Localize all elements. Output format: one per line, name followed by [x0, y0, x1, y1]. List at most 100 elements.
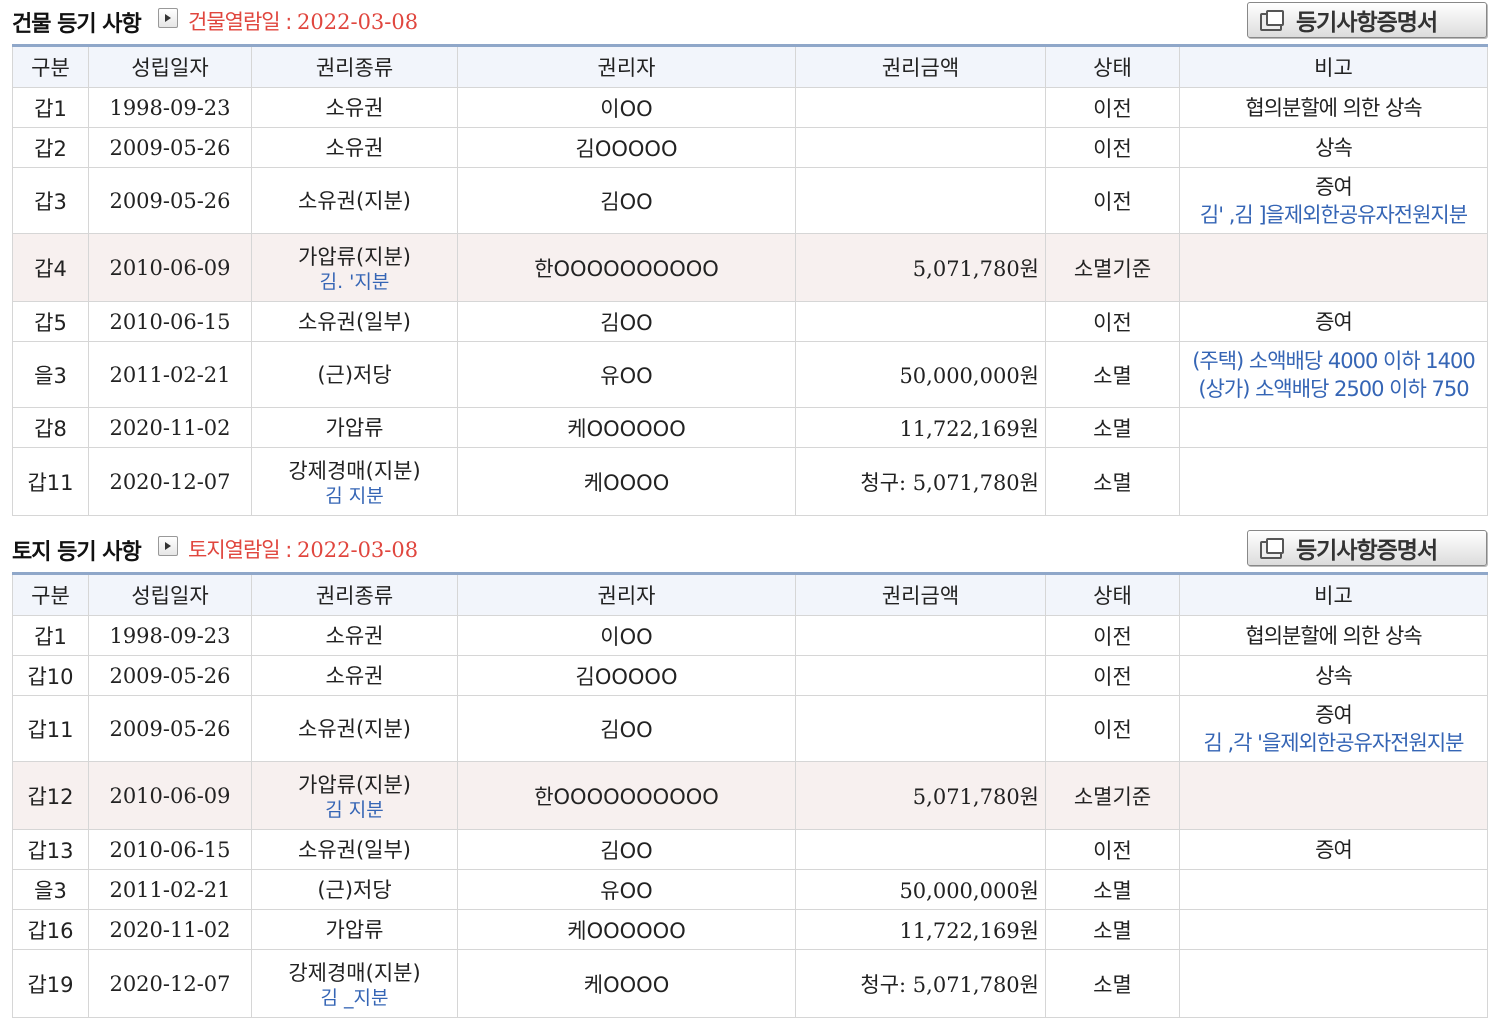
land-view-date-label: 토지열람일 :	[188, 538, 298, 562]
col-header-kind: 권리종류	[251, 45, 458, 88]
table-row: 갑16 2020-11-02 가압류 케OOOOOO 11,722,169원 소…	[12, 909, 1488, 950]
cell-note	[1179, 233, 1488, 302]
building-view-date-value: 2022-03-08	[297, 10, 419, 34]
cell-no: 갑2	[12, 127, 89, 168]
kind-label: 가압류	[325, 917, 384, 942]
building-registry-section: 건물 등기 사항 건물열람일 : 2022-03-08 등기사항증명서	[0, 0, 1499, 40]
cell-kind: (근)저당	[251, 341, 458, 408]
cell-holder: 김OO	[457, 301, 796, 342]
cell-holder: 케OOOO	[457, 447, 796, 516]
note-small-deposit-house[interactable]: (주택) 소액배당 4000 이하 1400	[1180, 347, 1487, 375]
cell-note: 증여 김 ,각 '을제외한공유자전원지분	[1179, 695, 1488, 762]
cell-kind: (근)저당	[251, 869, 458, 910]
col-header-date: 성립일자	[88, 573, 252, 616]
cell-holder: 이OO	[457, 87, 796, 128]
building-registry-table: 구분 성립일자 권리종류 권리자 권리금액 상태 비고 갑1 1998-09-2…	[12, 44, 1488, 516]
kind-share-link[interactable]: 김. '지분	[252, 271, 457, 293]
kind-share-link[interactable]: 김 _지분	[252, 987, 457, 1009]
cell-amount	[795, 615, 1046, 656]
cell-status: 이전	[1045, 87, 1180, 128]
cell-kind: 소유권(일부)	[251, 301, 458, 342]
table-row-highlighted: 갑12 2010-06-09 가압류(지분) 김 지분 한OOOOOOOOOO 5…	[12, 761, 1488, 830]
land-certificate-label: 등기사항증명서	[1296, 538, 1438, 564]
cell-status: 소멸	[1045, 407, 1180, 448]
kind-label: 소유권	[325, 135, 384, 160]
cell-amount: 5,071,780원	[795, 761, 1046, 830]
cell-holder: 케OOOOOO	[457, 909, 796, 950]
cell-note: 증여	[1179, 829, 1488, 870]
col-header-no: 구분	[12, 45, 89, 88]
kind-share-link[interactable]: 김 지분	[252, 485, 457, 507]
table-row: 갑10 2009-05-26 소유권 김OOOOO 이전 상속	[12, 655, 1488, 696]
cell-kind: 소유권(지분)	[251, 695, 458, 762]
land-certificate-button[interactable]: 등기사항증명서	[1247, 530, 1487, 566]
kind-label: 소유권(지분)	[298, 188, 411, 213]
kind-label: 소유권(일부)	[298, 309, 411, 334]
cell-status: 이전	[1045, 655, 1180, 696]
table-row: 갑19 2020-12-07 강제경매(지분) 김 _지분 케OOOO 청구: 5…	[12, 949, 1488, 1018]
cell-date: 2010-06-15	[88, 829, 252, 870]
cell-date: 2009-05-26	[88, 695, 252, 762]
kind-label: 강제경매(지분)	[288, 960, 421, 985]
cell-no: 갑5	[12, 301, 89, 342]
col-header-date: 성립일자	[88, 45, 252, 88]
cell-kind: 소유권(지분)	[251, 167, 458, 234]
cell-note: 협의분할에 의한 상속	[1179, 615, 1488, 656]
cell-date: 2020-12-07	[88, 949, 252, 1018]
kind-label: 소유권	[325, 663, 384, 688]
cell-date: 2010-06-15	[88, 301, 252, 342]
table-row: 갑5 2010-06-15 소유권(일부) 김OO 이전 증여	[12, 301, 1488, 342]
cell-note	[1179, 407, 1488, 448]
table-row: 을3 2011-02-21 (근)저당 유OO 50,000,000원 소멸 (…	[12, 341, 1488, 408]
kind-share-link[interactable]: 김 지분	[252, 799, 457, 821]
cell-note	[1179, 761, 1488, 830]
cell-date: 2009-05-26	[88, 655, 252, 696]
cell-date: 2020-11-02	[88, 407, 252, 448]
building-section-header: 건물 등기 사항 건물열람일 : 2022-03-08 등기사항증명서	[0, 0, 1499, 40]
document-icon	[1258, 538, 1284, 559]
cell-amount	[795, 695, 1046, 762]
cell-holder: 김OOOOO	[457, 655, 796, 696]
cell-date: 2020-12-07	[88, 447, 252, 516]
building-certificate-button[interactable]: 등기사항증명서	[1247, 2, 1487, 38]
cell-amount	[795, 301, 1046, 342]
building-section-title: 건물 등기 사항	[12, 12, 142, 37]
cell-amount	[795, 87, 1046, 128]
cell-note	[1179, 447, 1488, 516]
land-section-header: 토지 등기 사항 토지열람일 : 2022-03-08 등기사항증명서	[0, 528, 1499, 568]
cell-kind: 가압류(지분) 김. '지분	[251, 233, 458, 302]
cell-date: 2010-06-09	[88, 761, 252, 830]
cell-status: 소멸기준	[1045, 761, 1180, 830]
cell-no: 갑1	[12, 615, 89, 656]
note-share-link[interactable]: 김' ,김 ]을제외한공유자전원지분	[1180, 201, 1487, 229]
cell-kind: 소유권	[251, 87, 458, 128]
cell-status: 이전	[1045, 167, 1180, 234]
cell-date: 2010-06-09	[88, 233, 252, 302]
col-header-holder: 권리자	[457, 573, 796, 616]
col-header-amount: 권리금액	[795, 573, 1046, 616]
cell-status: 이전	[1045, 695, 1180, 762]
cell-date: 2011-02-21	[88, 341, 252, 408]
note-small-deposit-shop[interactable]: (상가) 소액배당 2500 이하 750	[1180, 375, 1487, 403]
cell-kind: 소유권	[251, 127, 458, 168]
cell-kind: 가압류	[251, 909, 458, 950]
kind-label: 가압류	[325, 415, 384, 440]
cell-kind: 가압류	[251, 407, 458, 448]
note-share-link[interactable]: 김 ,각 '을제외한공유자전원지분	[1180, 729, 1487, 757]
cell-date: 2020-11-02	[88, 909, 252, 950]
cell-status: 이전	[1045, 829, 1180, 870]
cell-no: 갑19	[12, 949, 89, 1018]
cell-amount: 50,000,000원	[795, 869, 1046, 910]
building-view-date: 건물열람일 : 2022-03-08	[188, 6, 418, 36]
kind-label: 강제경매(지분)	[288, 458, 421, 483]
land-registry-table: 구분 성립일자 권리종류 권리자 권리금액 상태 비고 갑1 1998-09-2…	[12, 572, 1488, 1018]
cell-amount	[795, 655, 1046, 696]
col-header-note: 비고	[1179, 573, 1488, 616]
cell-status: 이전	[1045, 301, 1180, 342]
cell-no: 갑13	[12, 829, 89, 870]
cell-no: 갑11	[12, 695, 89, 762]
land-expand-arrow-icon[interactable]	[158, 536, 178, 556]
cell-date: 1998-09-23	[88, 87, 252, 128]
building-expand-arrow-icon[interactable]	[158, 8, 178, 28]
cell-date: 2009-05-26	[88, 167, 252, 234]
